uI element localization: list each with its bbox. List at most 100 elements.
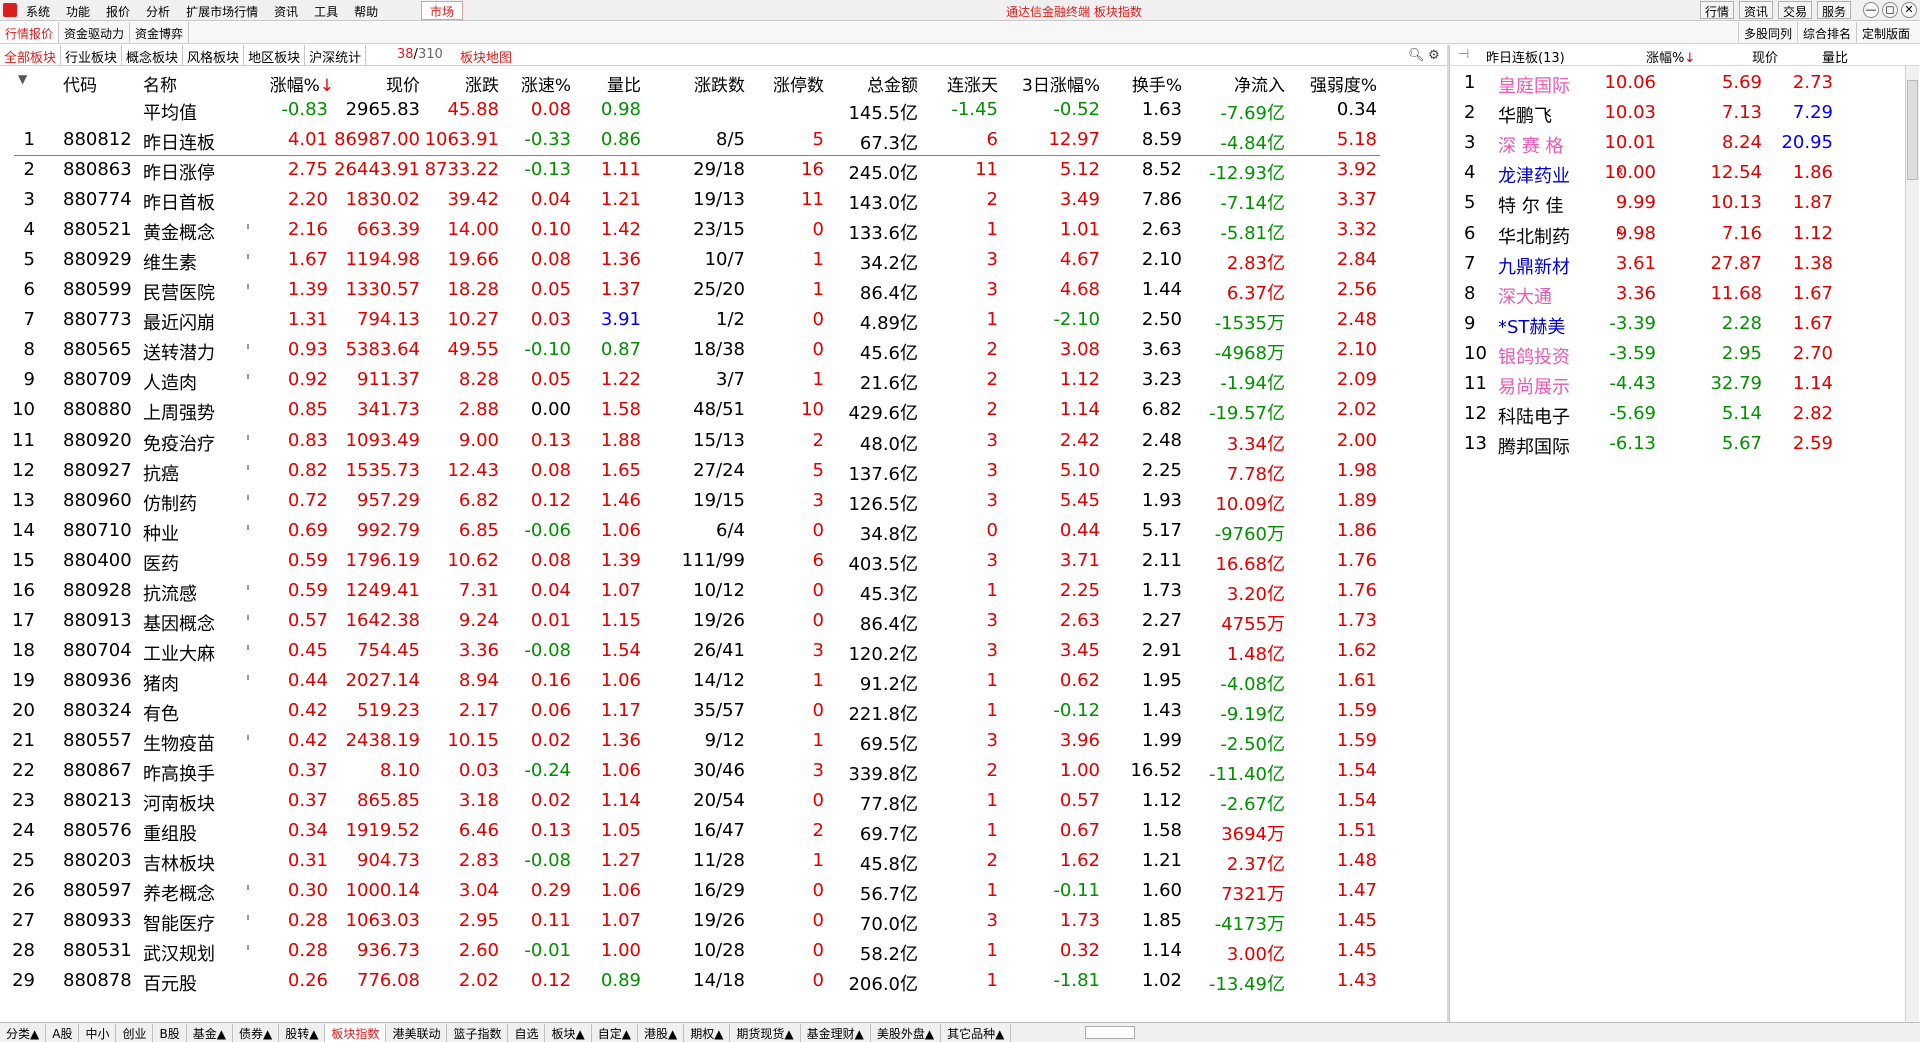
menu-item[interactable]: 报价 [106, 3, 130, 20]
constituent-row[interactable]: 5 特 尔 佳 9.99 10.13 1.87 [1450, 189, 1910, 219]
vertical-scrollbar[interactable] [1905, 66, 1919, 1026]
market-tab[interactable]: 期货现货▲ [730, 1024, 801, 1042]
col-vr-header[interactable]: 量比 [1822, 47, 1848, 66]
constituent-row[interactable]: 10 银鸽投资 -3.59 2.95 2.70 [1450, 340, 1910, 370]
table-row[interactable]: 20 880324 有色 0.42 519.23 2.17 0.06 1.17 35/57 0 22… [0, 697, 1400, 727]
constituent-row[interactable]: 1 皇庭国际 10.06 5.69 2.73 [1450, 69, 1910, 99]
market-tab[interactable]: 港美联动 [386, 1024, 448, 1042]
header-menu-icon[interactable]: ▼ [18, 72, 27, 86]
table-row[interactable]: 19 880936 猪肉 0.44 2027.14 8.94 0.16 1.06 14/12 1 9… [0, 667, 1400, 697]
maximize-icon[interactable]: ◻ [1882, 2, 1898, 18]
table-row[interactable]: 17 880913 基因概念 0.57 1642.38 9.24 0.01 1.15 19/26… [0, 607, 1400, 637]
constituent-row[interactable]: 3 深 赛 格 10.01 8.24 20.95 [1450, 129, 1910, 159]
market-tab[interactable]: 美股外盘▲ [871, 1024, 942, 1042]
table-row[interactable]: 13 880960 仿制药 0.72 957.29 6.82 0.12 1.46 19/15 3 1… [0, 487, 1400, 517]
constituent-row[interactable]: 11 易尚展示 -4.43 32.79 1.14 [1450, 370, 1910, 400]
layout-tab[interactable]: 定制版面 [1856, 22, 1915, 43]
market-tab[interactable]: 自选 [508, 1024, 546, 1042]
minimize-icon[interactable]: — [1863, 2, 1879, 18]
search-icon[interactable]: 🔍︎ [1408, 48, 1425, 63]
table-row[interactable]: 27 880933 智能医疗 0.28 1063.03 2.95 0.11 1.07 19/26… [0, 907, 1400, 937]
column-header-days[interactable]: 连涨天 [947, 71, 998, 96]
market-tab[interactable]: A股 [46, 1024, 80, 1042]
scrollbar-thumb[interactable] [1907, 80, 1918, 180]
sector-tab[interactable]: 地区板块 [244, 45, 306, 66]
table-row[interactable]: 10 880880 上周强势 0.85 341.73 2.88 0.00 1.58 48/51 1… [0, 396, 1400, 426]
view-tab[interactable]: 资金博弈 [130, 22, 190, 43]
table-row[interactable]: 7 880773 最近闪崩 1.31 794.13 10.27 0.03 3.91 1/2 0 4.… [0, 306, 1400, 336]
column-header-name[interactable]: 名称 [143, 71, 177, 96]
market-tab[interactable]: 板块指数 [325, 1024, 387, 1042]
market-tab[interactable]: 篮子指数 [447, 1024, 509, 1042]
market-tab[interactable]: B股 [153, 1024, 187, 1042]
sector-tab[interactable]: 沪深统计 [305, 45, 367, 66]
column-header-to[interactable]: 换手% [1132, 71, 1182, 96]
layout-tab[interactable]: 综合排名 [1797, 22, 1856, 43]
sector-tab[interactable]: 概念板块 [122, 45, 184, 66]
table-row[interactable]: 9 880709 人造肉 0.92 911.37 8.28 0.05 1.22 3/7 1 21.6… [0, 366, 1400, 396]
market-tab[interactable]: 基金理财▲ [801, 1024, 871, 1042]
column-header-spd[interactable]: 涨速% [521, 71, 571, 96]
column-header-c3[interactable]: 3日涨幅% [1022, 71, 1100, 96]
market-tab[interactable]: 债券▲ [233, 1024, 280, 1042]
sector-tab[interactable]: 全部板块 [0, 45, 62, 66]
table-row[interactable]: 14 880710 种业 0.69 992.79 6.85 -0.06 1.06 6/4 0 34.… [0, 517, 1400, 547]
close-icon[interactable]: ✕ [1901, 2, 1917, 18]
constituent-row[interactable]: 9 *ST赫美 -3.39 2.28 1.67 [1450, 310, 1910, 340]
table-row[interactable]: 1 880812 昨日连板 4.01 86987.00 1063.91 -0.33 0.86 8… [0, 126, 1400, 156]
market-tab[interactable]: 股转▲ [279, 1024, 326, 1042]
menu-item[interactable]: 功能 [66, 3, 90, 20]
market-tab[interactable]: 创业 [116, 1024, 154, 1042]
market-button[interactable]: 市场 [421, 1, 464, 20]
column-header-lim[interactable]: 涨停数 [773, 71, 824, 96]
constituent-row[interactable]: 7 九鼎新材 3.61 27.87 1.38 [1450, 250, 1910, 280]
table-row[interactable]: 28 880531 武汉规划 0.28 936.73 2.60 -0.01 1.00 10/28… [0, 937, 1400, 967]
menu-item[interactable]: 帮助 [354, 3, 378, 20]
table-row[interactable]: 21 880557 生物疫苗 0.42 2438.19 10.15 0.02 1.36 9/12… [0, 727, 1400, 757]
top-button[interactable]: 行情 [1700, 1, 1735, 19]
sector-tab[interactable]: 风格板块 [183, 45, 245, 66]
column-header-code[interactable]: 代码 [63, 71, 97, 96]
menu-item[interactable]: 扩展市场行情 [186, 3, 258, 20]
table-row[interactable]: 26 880597 养老概念 0.30 1000.14 3.04 0.29 1.06 16/29… [0, 877, 1400, 907]
market-tab[interactable]: 基金▲ [187, 1024, 233, 1042]
menu-item[interactable]: 工具 [314, 3, 338, 20]
table-row[interactable]: 3 880774 昨日首板 2.20 1830.02 39.42 0.04 1.21 19/13… [0, 186, 1400, 216]
table-row[interactable]: 16 880928 抗流感 0.59 1249.41 7.31 0.04 1.07 10/12 0… [0, 577, 1400, 607]
table-row[interactable]: 22 880867 昨高换手 0.37 8.10 0.03 -0.24 1.06 30/46 3 3… [0, 757, 1400, 787]
menu-item[interactable]: 资讯 [274, 3, 298, 20]
top-button[interactable]: 交易 [1778, 1, 1813, 19]
top-button[interactable]: 资讯 [1739, 1, 1774, 19]
col-price-header[interactable]: 现价 [1752, 47, 1778, 66]
market-tab[interactable]: 中小 [79, 1024, 117, 1042]
table-row[interactable]: 6 880599 民营医院 1.39 1330.57 18.28 0.05 1.37 25/20… [0, 276, 1400, 306]
constituent-row[interactable]: 8 深大通 3.36 11.68 1.67 [1450, 280, 1910, 310]
constituent-row[interactable]: 2 华鹏飞 10.03 7.13 7.29 [1450, 99, 1910, 129]
column-header-net[interactable]: 净流入 [1234, 71, 1285, 96]
menu-item[interactable]: 系统 [26, 3, 50, 20]
view-tab[interactable]: 资金驱动力 [59, 22, 131, 43]
column-header-ud[interactable]: 涨跌数 [694, 71, 745, 96]
constituent-row[interactable]: 4 龙津药业 R 10.00 12.54 1.86 [1450, 159, 1910, 189]
market-tab[interactable]: 期权▲ [684, 1024, 731, 1042]
sector-map-link[interactable]: 板块地图 [460, 47, 512, 66]
sector-tab[interactable]: 行业板块 [61, 45, 123, 66]
horizontal-scrollbar[interactable] [1085, 1026, 1135, 1039]
column-header-str[interactable]: 强弱度% [1310, 71, 1377, 96]
column-header-vr[interactable]: 量比 [607, 71, 641, 96]
table-row[interactable]: 23 880213 河南板块 0.37 865.85 3.18 0.02 1.14 20/54 0… [0, 787, 1400, 817]
table-row[interactable]: 5 880929 维生素 1.67 1194.98 19.66 0.08 1.36 10/7 1 3… [0, 246, 1400, 276]
column-header-pct[interactable]: 涨幅%↓ [270, 71, 334, 96]
view-tab[interactable]: 行情报价 [0, 22, 60, 43]
market-tab[interactable]: 自定▲ [592, 1024, 638, 1042]
column-header-amt[interactable]: 总金额 [867, 71, 918, 96]
table-row[interactable]: 18 880704 工业大麻 0.45 754.45 3.36 -0.08 1.54 26/41… [0, 637, 1400, 667]
table-row[interactable]: 15 880400 医药 0.59 1796.19 10.62 0.08 1.39 111/99… [0, 547, 1400, 577]
table-row[interactable]: 2 880863 昨日涨停 2.75 26443.91 8733.22 -0.13 1.11 2… [0, 156, 1400, 186]
table-row[interactable]: 4 880521 黄金概念 2.16 663.39 14.00 0.10 1.42 23/15 0… [0, 216, 1400, 246]
table-row[interactable]: 8 880565 送转潜力 0.93 5383.64 49.55 -0.10 0.87 18/3… [0, 336, 1400, 366]
column-header-price[interactable]: 现价 [386, 71, 420, 96]
table-row[interactable]: 29 880878 百元股 0.26 776.08 2.02 0.12 0.89 14/18 0 2… [0, 967, 1400, 997]
constituent-row[interactable]: 13 腾邦国际 -6.13 5.67 2.59 [1450, 430, 1910, 460]
constituent-row[interactable]: 6 华北制药 R 9.98 7.16 1.12 [1450, 220, 1910, 250]
